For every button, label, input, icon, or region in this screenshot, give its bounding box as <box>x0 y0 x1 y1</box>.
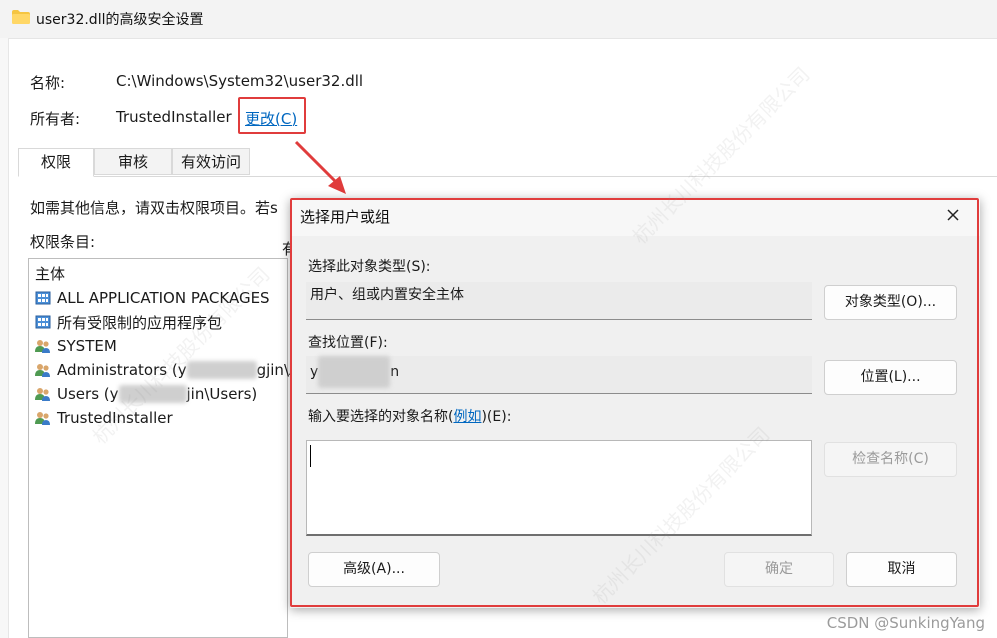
list-item[interactable]: ALL APPLICATION PACKAGES <box>35 287 270 309</box>
tab-permissions[interactable]: 权限 <box>18 148 94 177</box>
name-label: 名称: <box>30 74 66 92</box>
folder-icon <box>12 10 30 24</box>
principal-name: TrustedInstaller <box>57 409 173 427</box>
redacted-text <box>118 385 187 403</box>
list-item[interactable]: Users (y jin\Users) <box>35 383 257 405</box>
window-title: user32.dll的高级安全设置 <box>36 12 204 28</box>
principal-name-suffix: jin\Users) <box>186 385 258 403</box>
left-edge <box>0 38 9 638</box>
footer-watermark: CSDN @SunkingYang <box>826 614 985 632</box>
group-icon <box>35 388 50 401</box>
principal-name: ALL APPLICATION PACKAGES <box>57 289 270 307</box>
principal-name: SYSTEM <box>57 337 117 355</box>
group-icon <box>35 340 50 353</box>
tab-auditing[interactable]: 审核 <box>94 148 172 175</box>
owner-label: 所有者: <box>30 110 81 128</box>
principal-name: Users (y <box>57 385 119 403</box>
name-value: C:\Windows\System32\user32.dll <box>116 72 364 90</box>
list-item[interactable]: TrustedInstaller <box>35 407 173 429</box>
group-icon <box>35 412 50 425</box>
red-arrow-icon <box>294 140 346 194</box>
list-header: 主体 <box>35 262 65 284</box>
principal-name: Administrators (y <box>57 361 187 379</box>
group-icon <box>35 364 50 377</box>
dialog-highlight <box>290 198 979 607</box>
list-item[interactable]: Administrators (y gjin\A <box>35 359 299 381</box>
list-item[interactable]: 所有受限制的应用程序包 <box>35 311 222 333</box>
principal-name: 所有受限制的应用程序包 <box>57 313 223 332</box>
app-packages-icon <box>35 315 51 329</box>
owner-value: TrustedInstaller <box>116 108 232 126</box>
tab-effective-access[interactable]: 有效访问 <box>172 148 250 175</box>
redacted-text <box>186 361 257 379</box>
principal-column-header: 主体 <box>35 264 66 283</box>
list-item[interactable]: SYSTEM <box>35 335 117 357</box>
info-text: 如需其他信息，请双击权限项目。若s <box>30 199 278 217</box>
title-bar: user32.dll的高级安全设置 <box>0 0 997 39</box>
tab-bar: 权限 审核 有效访问 <box>18 148 997 177</box>
change-link-highlight <box>238 97 306 134</box>
permission-entries-list[interactable]: 主体 ALL APPLICATION PACKAGES 所有受限制的应用程序包 … <box>28 258 299 638</box>
app-packages-icon <box>35 291 51 305</box>
entries-label: 权限条目: <box>30 233 96 251</box>
